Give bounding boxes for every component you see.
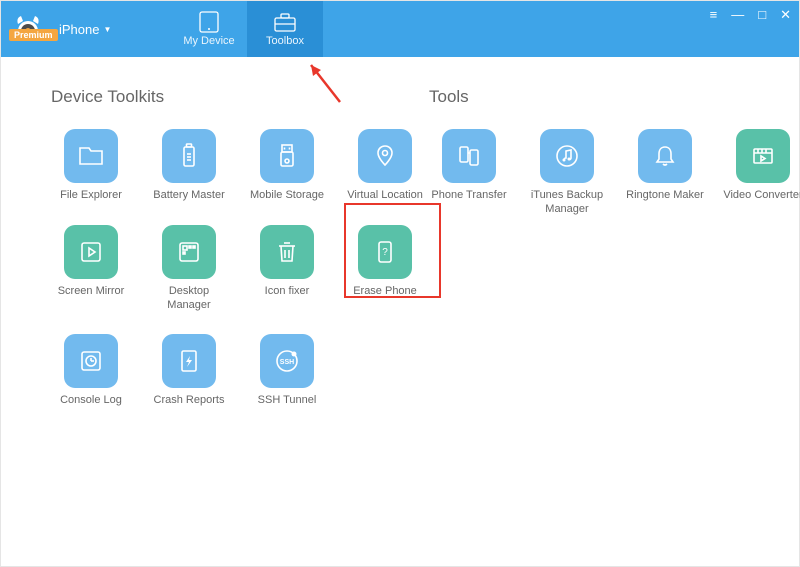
premium-badge: Premium <box>9 29 58 41</box>
film-icon <box>736 129 790 183</box>
phone-transfer-icon <box>442 129 496 183</box>
tool-label: Desktop Manager <box>149 285 229 313</box>
device-selector-dropdown[interactable]: iPhone ▼ <box>59 22 111 37</box>
tool-file-explorer[interactable]: File Explorer <box>51 129 131 203</box>
clock-icon <box>64 334 118 388</box>
tool-label: Crash Reports <box>154 394 225 408</box>
tool-desktop-manager[interactable]: Desktop Manager <box>149 225 229 313</box>
tab-my-device[interactable]: My Device <box>171 1 247 57</box>
lightning-page-icon <box>162 334 216 388</box>
tools-section: Tools Phone Transfer iTunes Backup Manag… <box>429 87 800 430</box>
tool-label: File Explorer <box>60 189 122 203</box>
tool-label: Video Converter <box>723 189 800 203</box>
menu-button[interactable]: ≡ <box>710 7 718 23</box>
device-toolkits-section: Device Toolkits File Explorer Battery Ma… <box>51 87 429 430</box>
maximize-button[interactable]: □ <box>758 7 766 23</box>
tool-icon-fixer[interactable]: Icon fixer <box>247 225 327 313</box>
tool-screen-mirror[interactable]: Screen Mirror <box>51 225 131 313</box>
battery-icon <box>162 129 216 183</box>
svg-text:SSH: SSH <box>280 359 294 366</box>
tool-virtual-location[interactable]: Virtual Location <box>345 129 425 203</box>
app-header: Premium iPhone ▼ My Device Toolbox ≡ — □… <box>1 1 799 57</box>
section-title: Device Toolkits <box>51 87 429 107</box>
minimize-button[interactable]: — <box>731 7 744 23</box>
location-pin-icon <box>358 129 412 183</box>
tool-label: Battery Master <box>153 189 225 203</box>
tool-ringtone-maker[interactable]: Ringtone Maker <box>625 129 705 217</box>
tab-label: My Device <box>183 35 234 47</box>
tab-label: Toolbox <box>266 35 304 47</box>
tablet-icon <box>196 11 222 33</box>
tool-battery-master[interactable]: Battery Master <box>149 129 229 203</box>
tool-label: Erase Phone <box>353 285 417 299</box>
chevron-down-icon: ▼ <box>103 25 111 34</box>
phone-question-icon: ? <box>358 225 412 279</box>
tool-ssh-tunnel[interactable]: SSH SSH Tunnel <box>247 334 327 408</box>
window-controls: ≡ — □ ✕ <box>710 7 791 23</box>
tool-label: Virtual Location <box>347 189 423 203</box>
usb-icon <box>260 129 314 183</box>
device-selector-label: iPhone <box>59 22 99 37</box>
bell-icon <box>638 129 692 183</box>
music-circle-icon <box>540 129 594 183</box>
grid-icon <box>162 225 216 279</box>
tab-toolbox[interactable]: Toolbox <box>247 1 323 57</box>
tool-crash-reports[interactable]: Crash Reports <box>149 334 229 408</box>
content-area: Device Toolkits File Explorer Battery Ma… <box>1 57 799 450</box>
tool-label: Phone Transfer <box>431 189 506 203</box>
toolbox-icon <box>272 11 298 33</box>
tool-label: Mobile Storage <box>250 189 324 203</box>
tool-label: Ringtone Maker <box>626 189 704 203</box>
svg-text:?: ? <box>382 247 388 258</box>
tool-itunes-backup[interactable]: iTunes Backup Manager <box>527 129 607 217</box>
play-square-icon <box>64 225 118 279</box>
ssh-icon: SSH <box>260 334 314 388</box>
logo-block: Premium iPhone ▼ <box>1 1 171 57</box>
tool-label: Console Log <box>60 394 122 408</box>
tool-video-converter[interactable]: Video Converter <box>723 129 800 217</box>
tool-mobile-storage[interactable]: Mobile Storage <box>247 129 327 203</box>
close-button[interactable]: ✕ <box>780 7 791 23</box>
section-title: Tools <box>429 87 800 107</box>
tool-erase-phone[interactable]: ? Erase Phone <box>345 225 425 313</box>
tool-label: Icon fixer <box>265 285 310 299</box>
nav-tabs: My Device Toolbox <box>171 1 323 57</box>
tool-label: Screen Mirror <box>58 285 125 299</box>
tool-console-log[interactable]: Console Log <box>51 334 131 408</box>
tool-phone-transfer[interactable]: Phone Transfer <box>429 129 509 217</box>
tool-label: iTunes Backup Manager <box>527 189 607 217</box>
trash-icon <box>260 225 314 279</box>
tool-label: SSH Tunnel <box>258 394 317 408</box>
folder-icon <box>64 129 118 183</box>
